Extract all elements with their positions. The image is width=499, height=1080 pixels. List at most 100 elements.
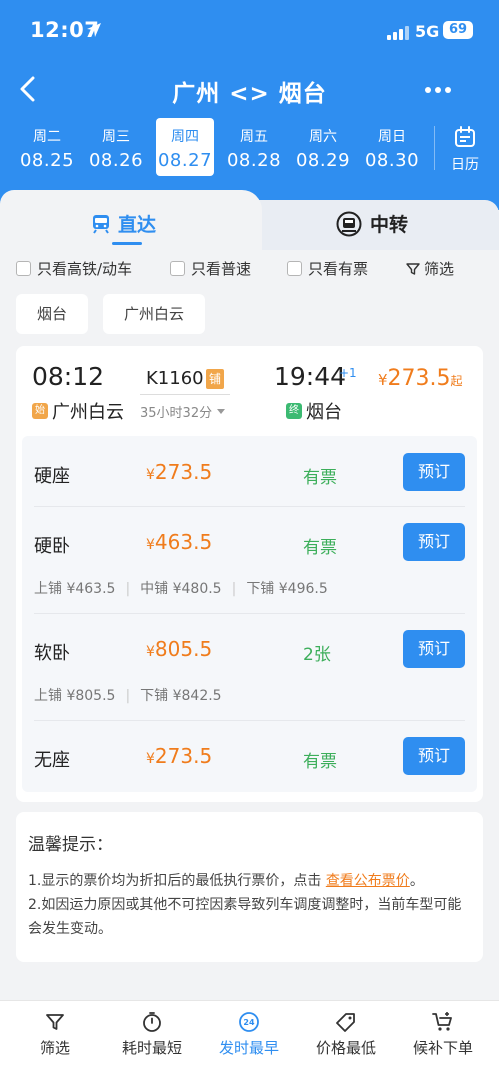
destination-name: 烟台 [306, 402, 342, 423]
date-selector: 周二 08.25 周三 08.26 周四 08.27 周五 08.28 周六 0… [10, 118, 499, 180]
checkbox-icon [16, 261, 31, 276]
station-chip[interactable]: 烟台 [16, 294, 89, 334]
date-item[interactable]: 周五 08.28 [225, 118, 283, 176]
network-type: 5G [415, 22, 440, 41]
train-number: K1160 [146, 368, 204, 389]
seat-name: 硬卧 [34, 536, 70, 557]
price-suffix: 起 [450, 374, 463, 388]
sort-cheapest-button[interactable]: 价格最低 [301, 1011, 391, 1058]
filter-youpiao-label: 只看有票 [308, 260, 369, 278]
book-button[interactable]: 预订 [403, 453, 465, 491]
arrival-time: 19:44 [274, 362, 347, 391]
calendar-button[interactable]: 日历 [440, 118, 490, 174]
station-chip[interactable]: 广州白云 [103, 294, 206, 334]
seat-price-value: 463.5 [154, 530, 213, 554]
filter-row: 只看高铁/动车 只看普速 只看有票 筛选 [16, 258, 486, 282]
seat-availability: 2张 [303, 645, 331, 665]
tab-direct[interactable]: 直达 [92, 210, 156, 237]
price-tag-icon [336, 1013, 355, 1032]
sort-earliest-label: 发时最早 [218, 1039, 279, 1057]
bottom-sort-bar: 筛选 耗时最短 24 发时最早 价格最低 候补下单 [0, 1000, 499, 1080]
train-card[interactable]: 08:12 K1160 铺 35小时32分 19:44 +1 ¥273.5起 始… [16, 346, 483, 802]
berth-price: 上铺 ¥805.5 [34, 688, 116, 704]
berth-prices: 上铺 ¥463.5 | 中铺 ¥480.5 | 下铺 ¥496.5 [34, 581, 328, 597]
currency: ¥ [146, 467, 155, 483]
waitlist-button[interactable]: 候补下单 [398, 1011, 488, 1058]
currency: ¥ [146, 751, 155, 767]
sort-filter-label: 筛选 [39, 1039, 70, 1057]
tips-line-1: 1.显示的票价均为折扣后的最低执行票价，点击 查看公布票价。 [28, 869, 471, 893]
date-weekday: 周四 [171, 129, 199, 145]
tab-transfer[interactable]: 中转 [336, 210, 408, 237]
seat-name: 无座 [34, 750, 70, 771]
departure-time: 08:12 [32, 362, 105, 391]
sort-cheapest-label: 价格最低 [315, 1039, 376, 1057]
filter-youpiao-checkbox[interactable]: 只看有票 [287, 258, 368, 279]
calendar-label: 日历 [451, 157, 479, 173]
status-bar: 12:07 5G 69 [0, 0, 499, 62]
currency: ¥ [146, 644, 155, 660]
clock-24-icon: 24 [239, 1012, 259, 1032]
date-item[interactable]: 周二 08.25 [18, 118, 76, 176]
date-weekday: 周三 [102, 129, 130, 145]
seat-price-value: 805.5 [154, 637, 213, 661]
sort-filter-button[interactable]: 筛选 [10, 1011, 100, 1058]
date-item[interactable]: 周六 08.29 [294, 118, 352, 176]
seat-availability: 有票 [303, 752, 337, 772]
currency: ¥ [146, 537, 155, 553]
stopwatch-icon [143, 1012, 161, 1032]
nav-bar: 广州 <> 烟台 [0, 68, 499, 112]
tab-direct-label: 直达 [118, 214, 157, 236]
berth-price: 中铺 ¥480.5 [140, 581, 222, 597]
clock-24-text: 24 [243, 1018, 255, 1027]
date-divider [434, 126, 435, 170]
date-item[interactable]: 周三 08.26 [87, 118, 145, 176]
filter-gaotie-label: 只看高铁/动车 [37, 260, 133, 278]
date-value: 08.25 [19, 150, 75, 171]
book-button[interactable]: 预订 [403, 630, 465, 668]
transfer-train-icon [336, 211, 362, 236]
filter-button-label: 筛选 [424, 260, 455, 278]
currency: ¥ [378, 371, 388, 389]
date-weekday: 周二 [33, 129, 61, 145]
berth-price: 下铺 ¥496.5 [246, 581, 328, 597]
book-button[interactable]: 预订 [403, 737, 465, 775]
cart-plus-icon [432, 1012, 452, 1031]
header: 12:07 5G 69 广州 <> 烟台 周二 08.25 周三 08.26 周… [0, 0, 499, 210]
origin-name: 广州白云 [52, 402, 124, 423]
tips-text: 。 [409, 873, 424, 889]
sort-shortest-button[interactable]: 耗时最短 [107, 1011, 197, 1058]
filter-button[interactable]: 筛选 [406, 258, 454, 279]
seat-price: ¥463.5 [146, 530, 212, 554]
battery-badge: 69 [443, 21, 473, 39]
more-icon[interactable] [424, 86, 452, 94]
funnel-icon [46, 1014, 64, 1030]
seat-row: 硬座 ¥273.5 有票 预订 [22, 436, 477, 506]
date-value: 08.29 [295, 150, 351, 171]
seat-row: 软卧 ¥805.5 2张 预订 上铺 ¥805.5 | 下铺 ¥842.5 [22, 613, 477, 720]
date-item-selected[interactable]: 周四 08.27 [156, 118, 214, 176]
berth-price: 下铺 ¥842.5 [140, 688, 222, 704]
filter-putong-label: 只看普速 [191, 260, 252, 278]
duration[interactable]: 35小时32分 [140, 402, 226, 421]
sort-shortest-label: 耗时最短 [121, 1039, 182, 1057]
filter-gaotie-checkbox[interactable]: 只看高铁/动车 [16, 258, 132, 279]
seat-row: 硬卧 ¥463.5 有票 预订 上铺 ¥463.5 | 中铺 ¥480.5 | 下铺 ¥… [22, 506, 477, 613]
train-icon [93, 214, 109, 234]
calendar-icon [455, 126, 475, 147]
tab-underline [112, 242, 142, 245]
sort-earliest-button[interactable]: 24 发时最早 [204, 1011, 294, 1058]
filter-putong-checkbox[interactable]: 只看普速 [170, 258, 251, 279]
date-item[interactable]: 周日 08.30 [363, 118, 421, 176]
end-badge: 终 [286, 403, 302, 419]
book-button[interactable]: 预订 [403, 523, 465, 561]
date-value: 08.30 [364, 150, 420, 171]
waitlist-label: 候补下单 [412, 1039, 473, 1057]
berth-prices: 上铺 ¥805.5 | 下铺 ¥842.5 [34, 688, 222, 704]
seat-price-value: 273.5 [154, 460, 213, 484]
view-official-fare-link[interactable]: 查看公布票价 [326, 873, 410, 889]
checkbox-icon [287, 261, 302, 276]
tips-panel: 温馨提示： 1.显示的票价均为折扣后的最低执行票价，点击 查看公布票价。 2.如… [16, 812, 483, 962]
date-value: 08.26 [88, 150, 144, 171]
destination-station: 终 烟台 [286, 398, 342, 424]
